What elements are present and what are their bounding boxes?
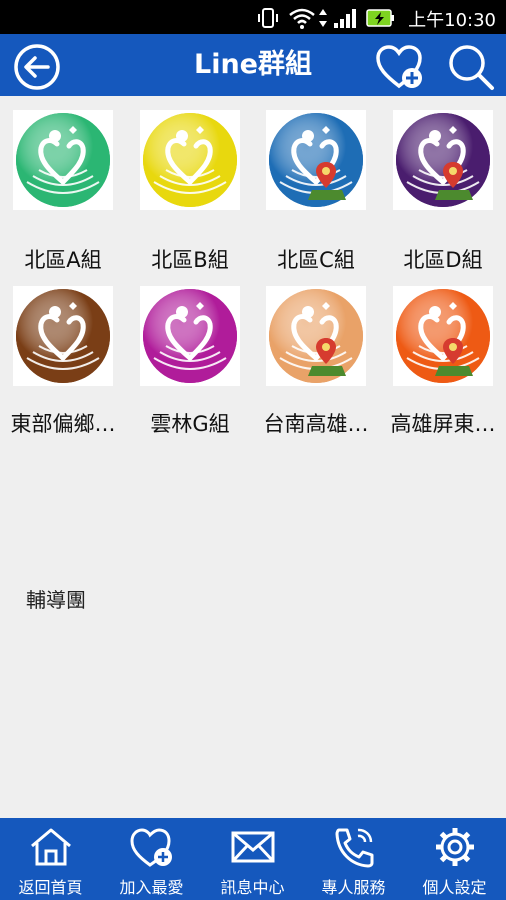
group-label: 高雄屏東… bbox=[390, 412, 496, 436]
add-favorite-button[interactable] bbox=[374, 42, 424, 92]
group-label: 北區A組 bbox=[24, 248, 102, 272]
group-logo bbox=[13, 286, 113, 386]
heart-plus-icon bbox=[130, 828, 172, 867]
phone-icon bbox=[335, 828, 374, 868]
nav-settings[interactable]: 個人設定 bbox=[404, 818, 505, 900]
group-label: 北區C組 bbox=[277, 248, 355, 272]
app-bar: Line群組 bbox=[0, 34, 506, 96]
group-logo bbox=[140, 110, 240, 210]
group-label: 雲林G組 bbox=[150, 412, 230, 436]
search-button[interactable] bbox=[446, 42, 496, 92]
group-logo bbox=[266, 110, 366, 210]
battery-charging-icon bbox=[366, 9, 394, 27]
nav-home[interactable]: 返回首頁 bbox=[0, 818, 101, 900]
nav-label: 訊息中心 bbox=[220, 878, 285, 897]
home-icon bbox=[31, 828, 71, 866]
data-arrows-icon bbox=[319, 9, 327, 27]
bottom-nav: 返回首頁 加入最愛 訊息中心 專人服務 個人設定 bbox=[0, 818, 506, 900]
status-time: 上午10:30 bbox=[408, 10, 496, 31]
group-logo bbox=[266, 286, 366, 386]
nav-label: 返回首頁 bbox=[18, 878, 83, 897]
nav-label: 專人服務 bbox=[321, 878, 386, 897]
vibrate-icon bbox=[258, 8, 278, 28]
wifi-icon bbox=[289, 8, 315, 29]
group-logo bbox=[393, 110, 493, 210]
group-label: 北區D組 bbox=[403, 248, 483, 272]
nav-messages[interactable]: 訊息中心 bbox=[202, 818, 303, 900]
group-logo bbox=[393, 286, 493, 386]
group-label: 台南高雄… bbox=[263, 412, 369, 436]
status-bar: 上午10:30 bbox=[0, 0, 506, 34]
nav-service[interactable]: 專人服務 bbox=[303, 818, 404, 900]
mail-icon bbox=[231, 831, 275, 863]
nav-label: 加入最愛 bbox=[119, 878, 184, 897]
group-label: 東部偏鄉… bbox=[10, 412, 116, 436]
group-label: 北區B組 bbox=[151, 248, 229, 272]
group-logo bbox=[13, 110, 113, 210]
section-label: 輔導團 bbox=[26, 588, 86, 612]
page-title: Line群組 bbox=[194, 49, 312, 80]
group-logo bbox=[140, 286, 240, 386]
signal-icon bbox=[334, 9, 356, 28]
gear-icon bbox=[436, 828, 474, 866]
nav-label: 個人設定 bbox=[422, 878, 487, 897]
nav-favorite[interactable]: 加入最愛 bbox=[101, 818, 202, 900]
